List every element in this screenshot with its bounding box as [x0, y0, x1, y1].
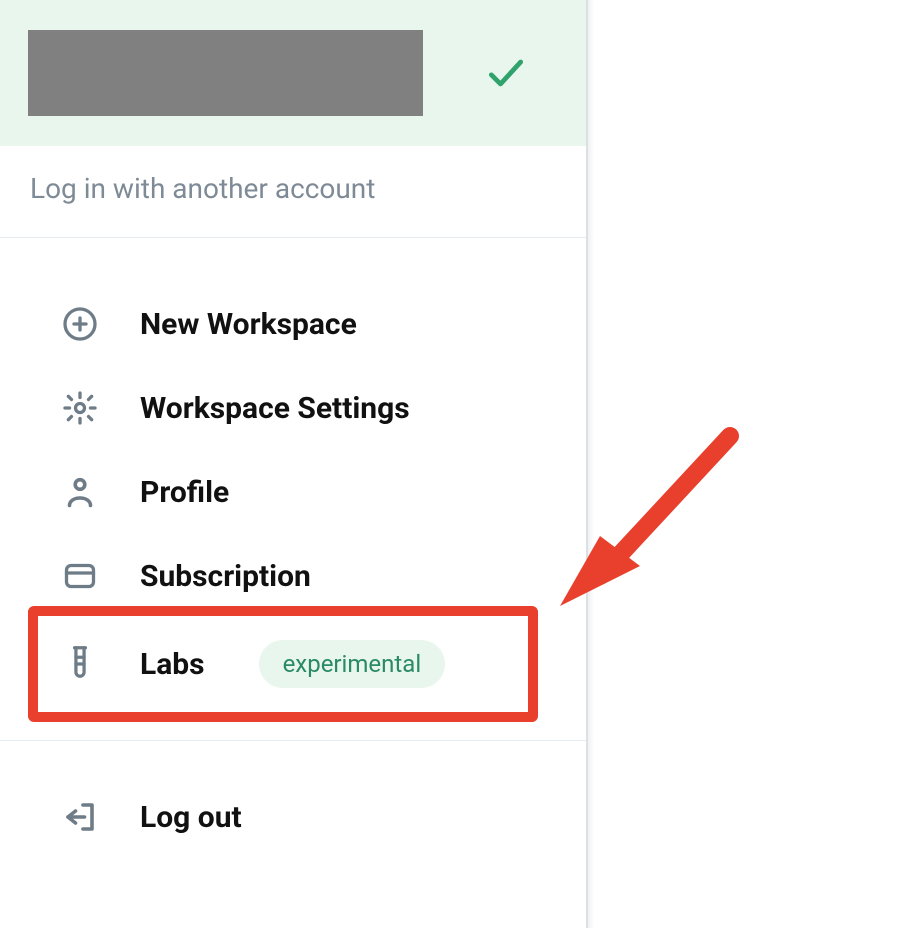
menu-label: Subscription: [140, 559, 311, 594]
menu-label: New Workspace: [140, 307, 357, 342]
plus-circle-icon: [60, 304, 100, 344]
menu-item-logout[interactable]: Log out: [0, 775, 586, 859]
menu-item-profile[interactable]: Profile: [0, 450, 586, 534]
experimental-badge: experimental: [259, 640, 446, 688]
gear-icon: [60, 388, 100, 428]
menu-item-subscription[interactable]: Subscription: [0, 534, 586, 618]
menu-label: Log out: [140, 800, 242, 835]
menu-item-workspace-settings[interactable]: Workspace Settings: [0, 366, 586, 450]
account-info-redacted: [28, 30, 423, 116]
logout-icon: [60, 797, 100, 837]
panel-shadow: [588, 0, 594, 928]
current-account-row[interactable]: [0, 0, 586, 146]
user-icon: [60, 472, 100, 512]
credit-card-icon: [60, 556, 100, 596]
login-another-account-link[interactable]: Log in with another account: [0, 146, 586, 238]
menu-list: New Workspace Workspace Settings: [0, 238, 586, 903]
test-tube-icon: [60, 644, 100, 684]
checkmark-icon: [484, 51, 558, 95]
menu-label: Profile: [140, 475, 229, 510]
menu-label: Labs: [140, 647, 205, 682]
account-menu-panel: Log in with another account New Workspac…: [0, 0, 588, 928]
menu-item-labs[interactable]: Labs experimental: [0, 618, 586, 710]
menu-label: Workspace Settings: [140, 391, 410, 426]
menu-item-new-workspace[interactable]: New Workspace: [0, 282, 586, 366]
